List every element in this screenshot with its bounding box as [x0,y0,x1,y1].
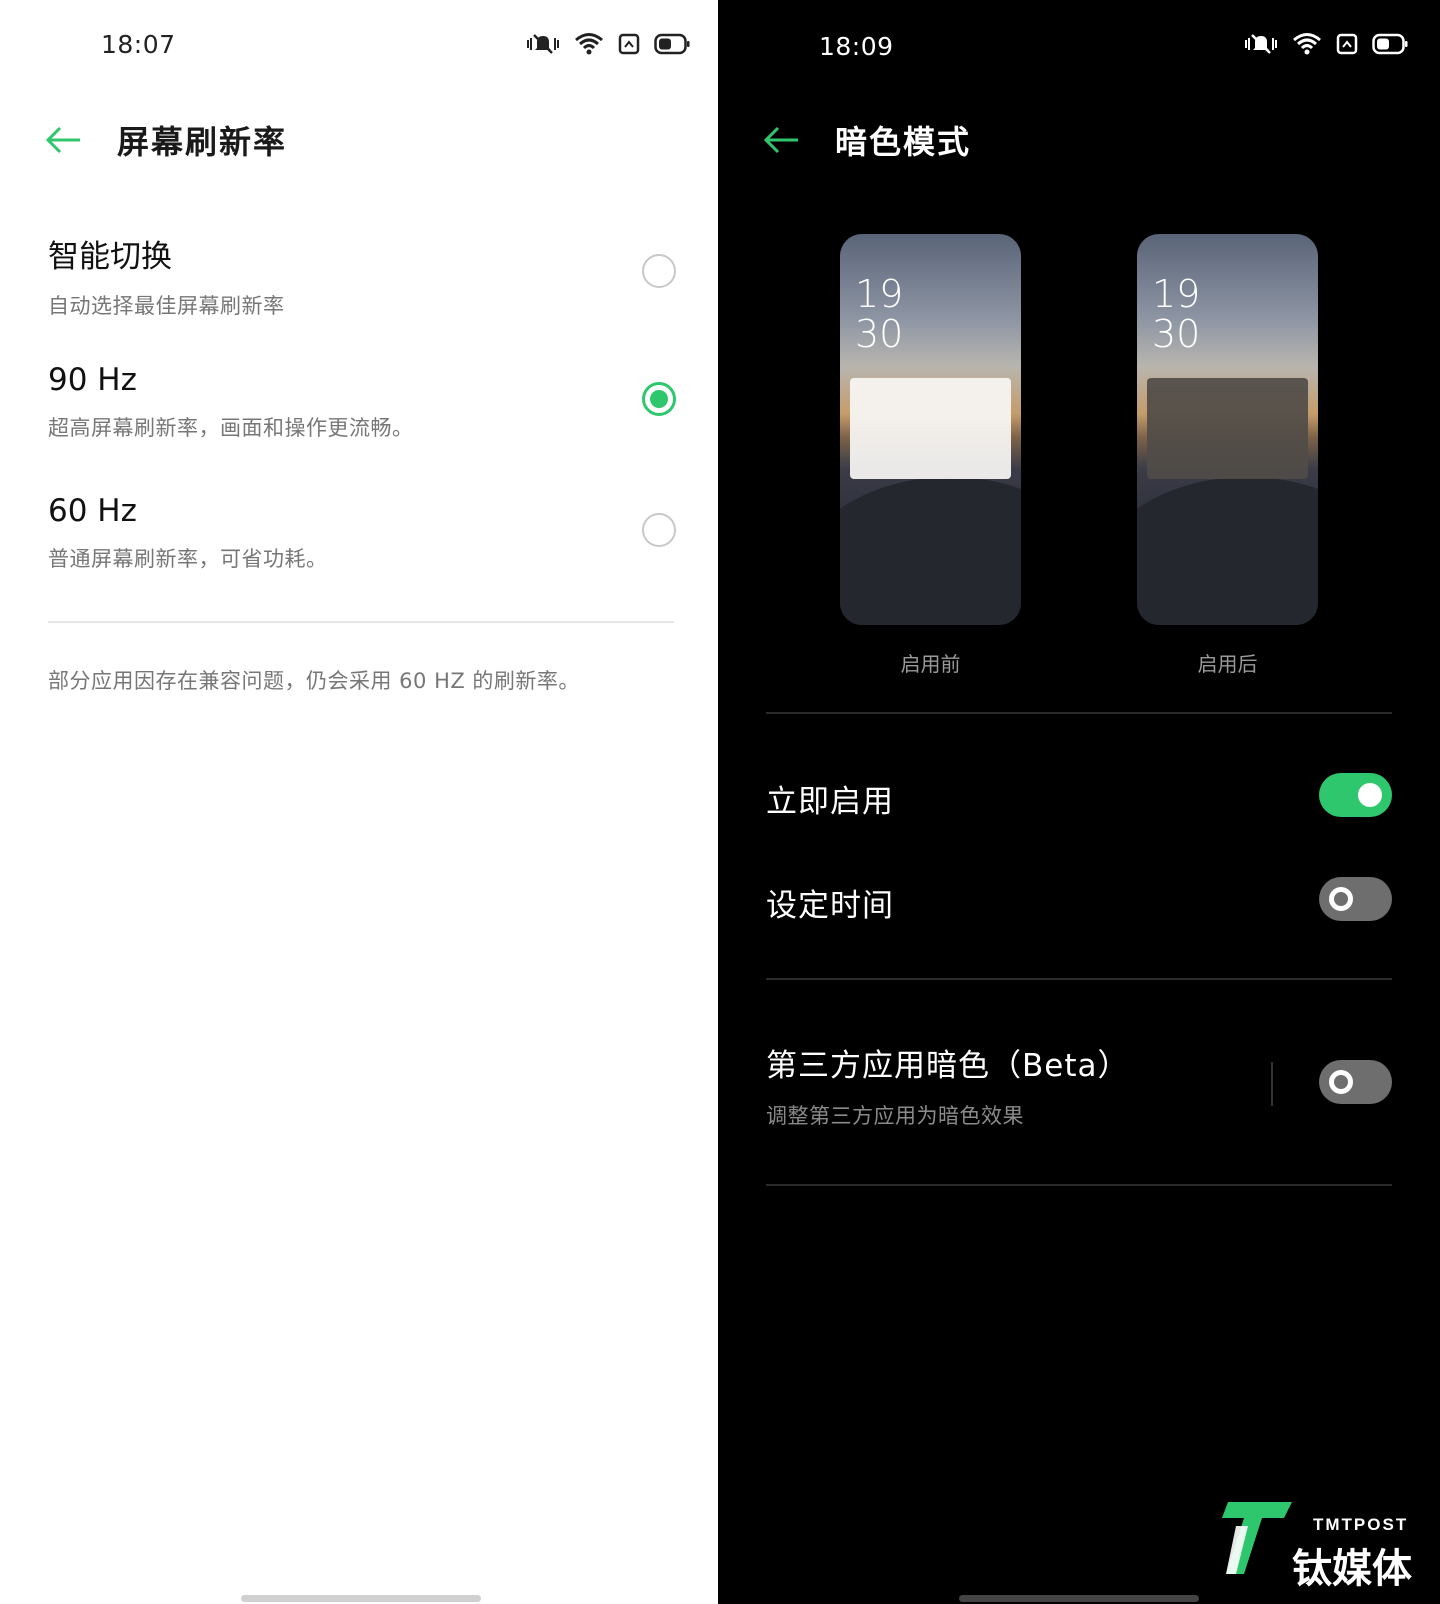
watermark-cn: 钛媒体 [1292,1546,1412,1592]
option-title: 智能切换 [48,239,172,275]
third-party-dark-toggle[interactable] [1319,1060,1392,1104]
preview-clock: 19 30 [855,272,904,356]
radio-60hz[interactable] [642,513,676,547]
radio-90hz[interactable] [642,382,676,416]
back-arrow-icon[interactable] [762,124,800,156]
page-title: 屏幕刷新率 [117,123,288,161]
option-subtitle: 普通屏幕刷新率，可省功耗。 [48,547,328,571]
status-time: 18:09 [819,32,894,61]
preview-after: 19 30 [1137,234,1318,625]
watermark-en: TMTPOST [1313,1515,1409,1534]
status-bar-icons [526,31,690,57]
option-title: 60 Hz [48,493,137,529]
divider [766,978,1392,980]
preview-card [850,378,1011,479]
enable-now-label: 立即启用 [766,784,894,820]
option-smart-switch[interactable]: 智能切换 自动选择最佳屏幕刷新率 [48,231,676,320]
option-90hz[interactable]: 90 Hz 超高屏幕刷新率，画面和操作更流畅。 [48,362,676,442]
enable-now-toggle[interactable] [1319,773,1392,817]
preview-label-before: 启用前 [900,652,961,676]
preview-card [1147,378,1308,479]
compatibility-note: 部分应用因存在兼容问题，仍会采用 60 HZ 的刷新率。 [48,669,580,693]
back-arrow-icon[interactable] [44,124,82,156]
home-indicator[interactable] [241,1595,481,1602]
mute-vibrate-icon [527,34,559,54]
wifi-icon [1293,33,1321,55]
vertical-separator [1271,1062,1273,1106]
dark-mode-screen: 18:09 暗色模式 19 30 启用前 19 30 启用后 立即启用 设定时间… [718,0,1440,1604]
preview-clock: 19 30 [1152,272,1201,356]
radio-smart-switch[interactable] [642,254,676,288]
divider [48,621,674,623]
mute-vibrate-icon [1245,34,1277,54]
option-title: 90 Hz [48,362,137,398]
preview-before: 19 30 [840,234,1021,625]
third-party-dark-label: 第三方应用暗色（Beta） [766,1048,1130,1084]
option-60hz[interactable]: 60 Hz 普通屏幕刷新率，可省功耗。 [48,493,676,573]
option-subtitle: 自动选择最佳屏幕刷新率 [48,294,285,318]
battery-icon [1372,33,1408,55]
refresh-rate-screen: 18:07 屏幕刷新率 智能切换 自动选择最佳屏幕刷新率 90 Hz 超高屏幕刷… [0,0,718,1604]
schedule-label: 设定时间 [766,888,894,924]
nfc-icon [618,33,640,55]
wifi-icon [575,33,603,55]
preview-label-after: 启用后 [1197,652,1258,676]
divider [766,1184,1392,1186]
third-party-dark-subtitle: 调整第三方应用为暗色效果 [766,1104,1024,1128]
status-bar-icons [1244,31,1408,57]
home-indicator[interactable] [959,1595,1199,1602]
divider [766,712,1392,714]
schedule-toggle[interactable] [1319,877,1392,921]
status-time: 18:07 [101,30,176,59]
option-subtitle: 超高屏幕刷新率，画面和操作更流畅。 [48,416,414,440]
nfc-icon [1336,33,1358,55]
battery-icon [654,33,690,55]
page-title: 暗色模式 [835,123,972,161]
